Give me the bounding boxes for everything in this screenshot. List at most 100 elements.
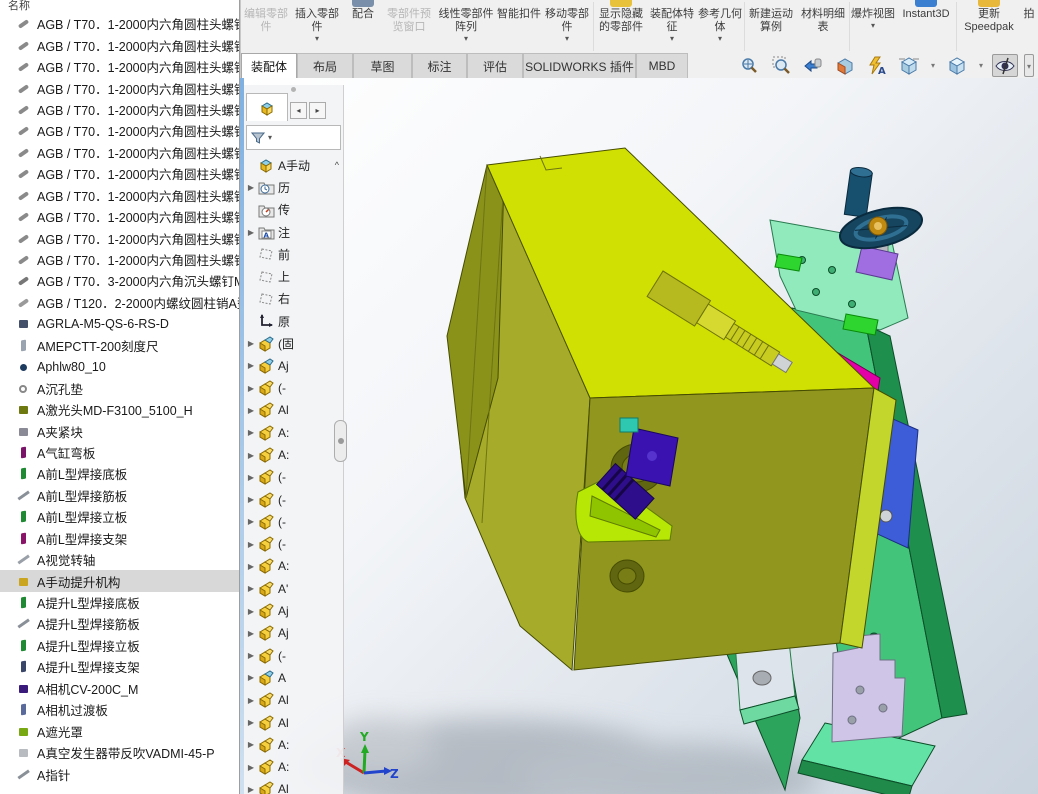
list-item[interactable]: A提升L型焊接支架 xyxy=(0,656,239,677)
tab-布局[interactable]: 布局 xyxy=(297,53,353,78)
tree-item[interactable]: 右 xyxy=(244,288,343,310)
list-item[interactable]: AGB / T70．1-2000内六角圆柱头螺钉 xyxy=(0,185,239,206)
list-item[interactable]: A沉孔垫 xyxy=(0,377,239,398)
list-item[interactable]: AGB / T70．1-2000内六角圆柱头螺钉 xyxy=(0,142,239,163)
list-item[interactable]: AGB / T70．1-2000内六角圆柱头螺钉 xyxy=(0,249,239,270)
tree-item[interactable]: ▶ 历 xyxy=(244,176,343,198)
list-item[interactable]: AGB / T70．1-2000内六角圆柱头螺钉 xyxy=(0,77,239,98)
view-orientation-icon[interactable] xyxy=(896,54,922,77)
tree-item[interactable]: ▶ Aj xyxy=(244,600,343,622)
list-item[interactable]: A视觉转轴 xyxy=(0,549,239,570)
expand-arrow-icon[interactable]: ▶ xyxy=(244,384,258,393)
panel-splitter-handle[interactable] xyxy=(334,420,347,462)
list-item[interactable]: A前L型焊接立板 xyxy=(0,506,239,527)
list-item[interactable]: AGB / T70．1-2000内六角圆柱头螺钉 xyxy=(0,163,239,184)
panel-nav-left[interactable]: ◂ xyxy=(290,102,307,119)
tree-item[interactable]: ▶ Al xyxy=(244,689,343,711)
ribbon-button[interactable]: 线性零部件阵列 ▾ xyxy=(435,0,497,53)
tree-item[interactable]: ▶ (- xyxy=(244,645,343,667)
tab-草图[interactable]: 草图 xyxy=(353,53,412,78)
tree-item[interactable]: ▶ A: xyxy=(244,444,343,466)
ribbon-button[interactable]: 显示隐藏的零部件 xyxy=(594,0,648,53)
list-item[interactable]: AGB / T70．1-2000内六角圆柱头螺钉 xyxy=(0,56,239,77)
expand-arrow-icon[interactable]: ▶ xyxy=(244,228,258,237)
list-item[interactable]: A提升L型焊接筋板 xyxy=(0,613,239,634)
tree-item[interactable]: ▶ Al xyxy=(244,399,343,421)
dropdown-caret-icon[interactable]: ▾ xyxy=(718,34,722,43)
tree-item[interactable]: ▶ Al xyxy=(244,711,343,733)
featuremanager-tab[interactable] xyxy=(246,93,288,121)
ribbon-button[interactable]: 更新Speedpak xyxy=(957,0,1021,53)
dropdown-caret-icon[interactable]: ▾ xyxy=(871,21,875,30)
tree-item[interactable]: A手动 ^ xyxy=(244,154,343,176)
list-item[interactable]: AGB / T70．3-2000内六角沉头螺钉M xyxy=(0,270,239,291)
ribbon-button[interactable]: 配合 xyxy=(343,0,383,53)
list-item[interactable]: AGB / T70．1-2000内六角圆柱头螺钉 xyxy=(0,227,239,248)
expand-arrow-icon[interactable]: ▶ xyxy=(244,183,258,192)
expand-arrow-icon[interactable]: ▶ xyxy=(244,785,258,794)
tab-装配体[interactable]: 装配体 xyxy=(241,53,297,78)
expand-arrow-icon[interactable]: ▶ xyxy=(244,584,258,593)
tree-item[interactable]: ▶ (- xyxy=(244,511,343,533)
expand-arrow-icon[interactable]: ▶ xyxy=(244,473,258,482)
list-item[interactable]: AGB / T70．1-2000内六角圆柱头螺钉 xyxy=(0,99,239,120)
tree-item[interactable]: ▶ (- xyxy=(244,533,343,555)
expand-arrow-icon[interactable]: ▶ xyxy=(244,740,258,749)
dropdown-caret-icon[interactable]: ▾ xyxy=(976,61,986,70)
display-style-icon[interactable] xyxy=(944,54,970,77)
panel-nav-right[interactable]: ▸ xyxy=(309,102,326,119)
list-item[interactable]: A激光头MD-F3100_5100_H xyxy=(0,399,239,420)
tree-item[interactable]: 前 xyxy=(244,243,343,265)
list-item[interactable]: AMEPCTT-200刻度尺 xyxy=(0,335,239,356)
list-item[interactable]: A夹紧块 xyxy=(0,420,239,441)
ribbon-button[interactable]: 材料明细表 xyxy=(797,0,849,53)
previous-view-icon[interactable] xyxy=(800,54,826,77)
tree-item[interactable]: ▶ (- xyxy=(244,488,343,510)
ribbon-button[interactable]: 插入零部件 ▾ xyxy=(291,0,343,53)
expand-arrow-icon[interactable]: ▶ xyxy=(244,339,258,348)
ribbon-button[interactable]: 爆炸视图 ▾ xyxy=(850,0,896,53)
tree-item[interactable]: ▶ (固 xyxy=(244,332,343,354)
tab-MBD[interactable]: MBD xyxy=(636,53,688,78)
expand-arrow-icon[interactable]: ▶ xyxy=(244,495,258,504)
dropdown-caret-icon[interactable]: ▾ xyxy=(565,34,569,43)
list-item[interactable]: A指针 xyxy=(0,763,239,784)
tree-item[interactable]: ▶ A: xyxy=(244,756,343,778)
list-item[interactable]: AGB / T70．1-2000内六角圆柱头螺钉 xyxy=(0,120,239,141)
tree-item[interactable]: ▶ Aj xyxy=(244,622,343,644)
tab-SOLIDWORKS 插件[interactable]: SOLIDWORKS 插件 xyxy=(523,53,636,78)
list-item[interactable]: AGB / T70．1-2000内六角圆柱头螺钉 xyxy=(0,13,239,34)
list-item[interactable]: A气缸弯板 xyxy=(0,442,239,463)
ribbon-button[interactable]: 新建运动算例 xyxy=(745,0,797,53)
list-item[interactable]: AGB / T120．2-2000内螺纹圆柱销A型 xyxy=(0,292,239,313)
list-item[interactable]: AGB / T70．1-2000内六角圆柱头螺钉 xyxy=(0,34,239,55)
list-item[interactable]: A真空发生器带反吹VADMI-45-P xyxy=(0,742,239,763)
dropdown-caret-icon[interactable]: ▾ xyxy=(928,61,938,70)
dropdown-caret-icon[interactable]: ▾ xyxy=(1024,54,1034,77)
zoom-to-fit-icon[interactable] xyxy=(736,54,762,77)
ribbon-button[interactable]: 装配体特征 ▾ xyxy=(648,0,696,53)
collapse-all-icon[interactable]: ^ xyxy=(335,160,339,170)
list-item[interactable]: A前L型焊接筋板 xyxy=(0,485,239,506)
expand-arrow-icon[interactable]: ▶ xyxy=(244,517,258,526)
tree-item[interactable]: ▶ A: xyxy=(244,555,343,577)
tree-item[interactable]: ▶ Aj xyxy=(244,355,343,377)
ribbon-button[interactable]: 参考几何体 ▾ xyxy=(696,0,744,53)
list-item[interactable]: AGB / T70．1-2000内六角圆柱头螺钉 xyxy=(0,206,239,227)
list-item[interactable]: A相机CV-200C_M xyxy=(0,678,239,699)
list-item[interactable]: A相机过渡板 xyxy=(0,699,239,720)
expand-arrow-icon[interactable]: ▶ xyxy=(244,673,258,682)
expand-arrow-icon[interactable]: ▶ xyxy=(244,651,258,660)
tree-item[interactable]: ▶ A' xyxy=(244,578,343,600)
tree-filter[interactable]: ▾ xyxy=(246,125,341,150)
tree-item[interactable]: ▶ A xyxy=(244,667,343,689)
list-item[interactable]: A前L型焊接底板 xyxy=(0,463,239,484)
list-item[interactable]: A提升L型焊接底板 xyxy=(0,592,239,613)
ribbon-button[interactable]: 拍 xyxy=(1021,0,1037,53)
expand-arrow-icon[interactable]: ▶ xyxy=(244,451,258,460)
expand-arrow-icon[interactable]: ▶ xyxy=(244,718,258,727)
expand-arrow-icon[interactable]: ▶ xyxy=(244,406,258,415)
tree-item[interactable]: ▶ (- xyxy=(244,466,343,488)
expand-arrow-icon[interactable]: ▶ xyxy=(244,361,258,370)
tab-标注[interactable]: 标注 xyxy=(412,53,467,78)
